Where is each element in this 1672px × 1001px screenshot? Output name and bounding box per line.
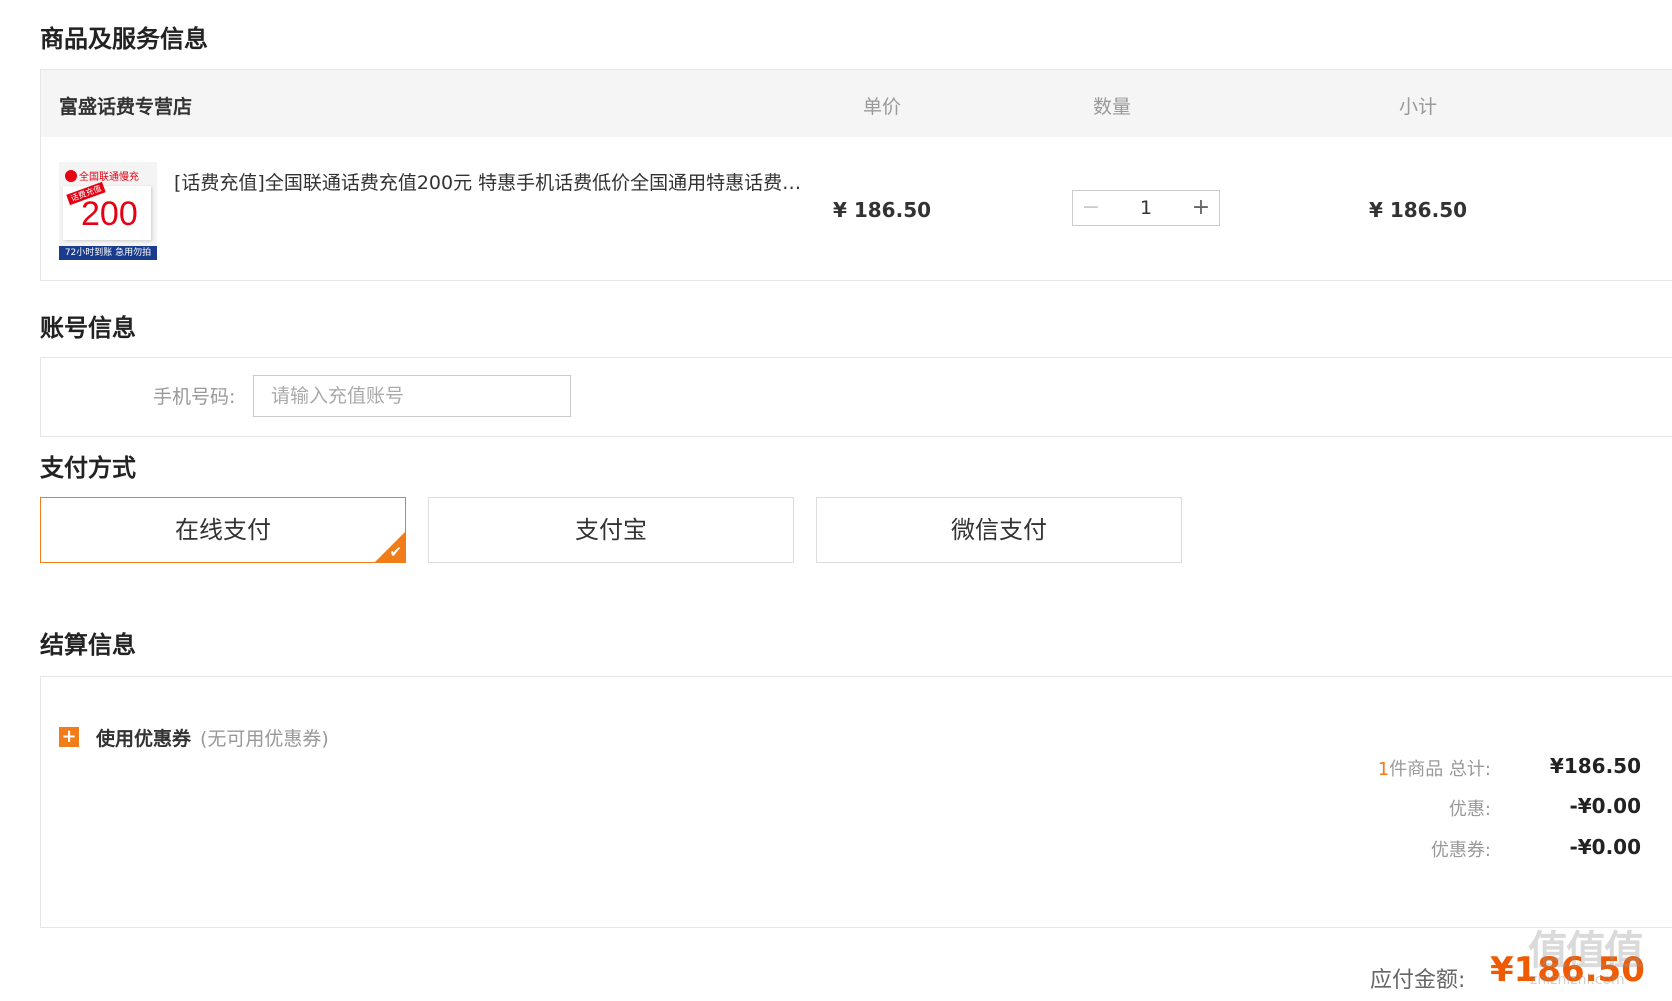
coupon-availability-note: (无可用优惠券) [200,728,329,750]
unicom-logo-icon [65,170,77,182]
payment-option-label: 微信支付 [951,516,1047,544]
thumbnail-strip: 72小时到账 急用勿拍 [59,246,157,260]
watermark-site: zhizhizhi.com [1530,972,1625,988]
section-title-settlement: 结算信息 [40,631,136,659]
column-header-subtotal: 小计 [1398,96,1437,118]
phone-number-label: 手机号码: [153,386,236,408]
watermark-logo: 值值值 [1528,928,1644,974]
payment-option-alipay[interactable]: 支付宝 [428,497,794,563]
quantity-decrease-button[interactable]: − [1073,191,1109,225]
payable-label: 应付金额: [1370,968,1466,993]
discount-value: -¥0.00 [1569,794,1641,818]
check-icon: ✔ [389,543,402,561]
column-header-price: 单价 [862,96,901,118]
quantity-increase-button[interactable]: + [1183,191,1219,225]
product-thumbnail[interactable]: 全国联通慢充 话费充值 200 72小时到账 急用勿拍 [59,162,157,260]
expand-coupon-icon[interactable]: + [59,727,79,747]
product-table-header: 富盛话费专营店 单价 数量 小计 [41,70,1672,137]
product-table: 富盛话费专营店 单价 数量 小计 全国联通慢充 话费充值 200 72小时到账 … [40,69,1672,281]
unit-price: ¥ 186.50 [832,198,932,222]
coupon-row-value: -¥0.00 [1569,835,1641,859]
total-value: ¥186.50 [1549,754,1641,778]
section-title-account: 账号信息 [40,314,136,342]
quantity-input[interactable]: 1 [1109,191,1183,225]
section-title-product: 商品及服务信息 [40,25,208,53]
payment-option-label: 在线支付 [175,516,271,544]
thumbnail-value: 200 [81,195,138,233]
section-title-payment: 支付方式 [40,454,136,482]
item-count: 1 [1377,759,1390,780]
phone-number-input[interactable] [253,375,571,417]
product-name-link[interactable]: [话费充值]全国联通话费充值200元 特惠手机话费低价全国通用特惠话费… [174,168,801,195]
settlement-panel: + 使用优惠券 (无可用优惠券) 1件商品 总计: ¥186.50 优惠: -¥… [40,676,1672,928]
column-header-quantity: 数量 [1092,96,1131,118]
payment-option-label: 支付宝 [575,516,647,544]
thumbnail-brand: 全国联通慢充 [65,168,139,183]
account-panel: 手机号码: [40,357,1672,437]
shop-name[interactable]: 富盛话费专营店 [59,92,192,119]
subtotal-price: ¥ 186.50 [1368,198,1468,222]
quantity-stepper: − 1 + [1072,190,1220,226]
use-coupon-label[interactable]: 使用优惠券 [96,724,191,751]
payment-option-online[interactable]: 在线支付 ✔ [40,497,406,563]
payment-option-wechat[interactable]: 微信支付 [816,497,1182,563]
